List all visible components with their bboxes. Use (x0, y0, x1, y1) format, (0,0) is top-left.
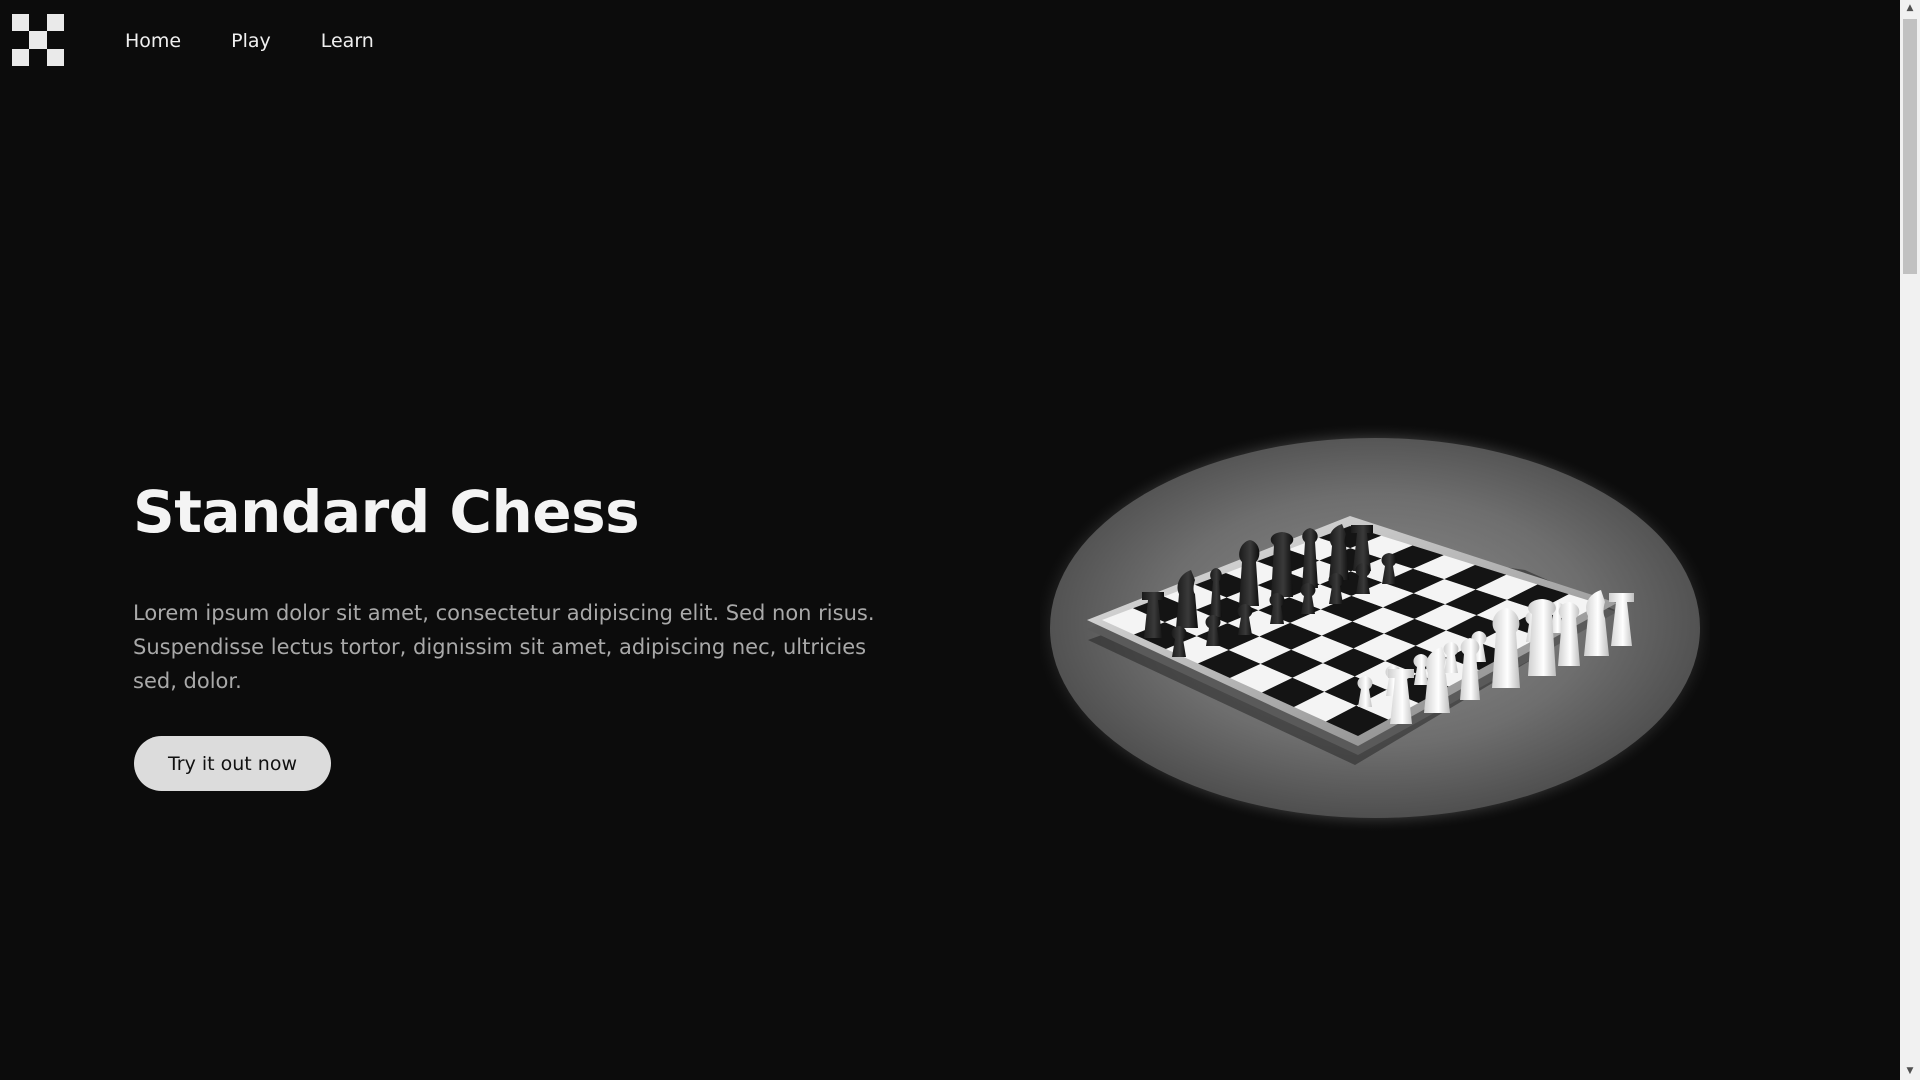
nav-link-home[interactable]: Home (125, 30, 181, 52)
hero-title: Standard Chess (133, 478, 640, 546)
scroll-down-arrow-icon[interactable]: ▼ (1900, 1063, 1920, 1080)
scroll-thumb[interactable] (1903, 19, 1917, 274)
top-navigation: Home Play Learn (0, 0, 1900, 90)
page-scrollbar[interactable]: ▲ ▼ (1900, 0, 1920, 1080)
scroll-up-arrow-icon[interactable]: ▲ (1900, 0, 1920, 17)
nav-link-play[interactable]: Play (231, 30, 271, 52)
hero-description: Lorem ipsum dolor sit amet, consectetur … (133, 601, 875, 693)
try-it-out-button[interactable]: Try it out now (134, 736, 331, 791)
nav-link-learn[interactable]: Learn (321, 30, 374, 52)
checkerboard-logo-icon[interactable] (12, 14, 64, 66)
nav-links: Home Play Learn (125, 30, 374, 52)
chessboard-illustration (1040, 423, 1710, 833)
